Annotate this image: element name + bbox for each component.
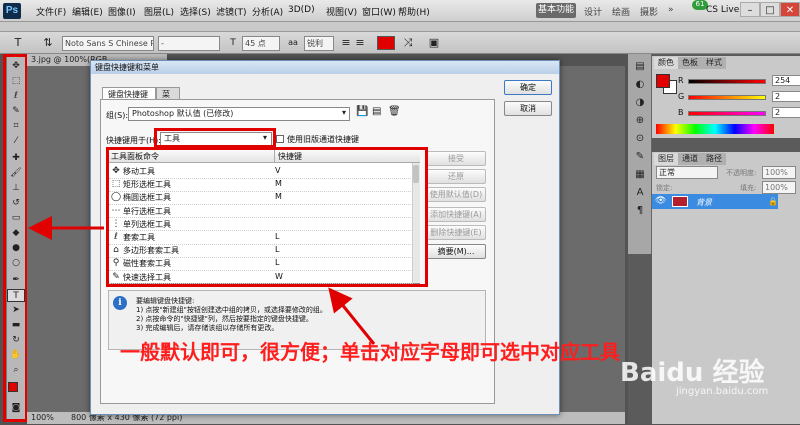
annotation-text: 一般默认即可，很方便；单击对应字母即可选中对应工具: [120, 340, 620, 364]
watermark-logo: Baidu 经验: [620, 358, 765, 388]
watermark-url: jingyan.baidu.com: [676, 386, 769, 397]
